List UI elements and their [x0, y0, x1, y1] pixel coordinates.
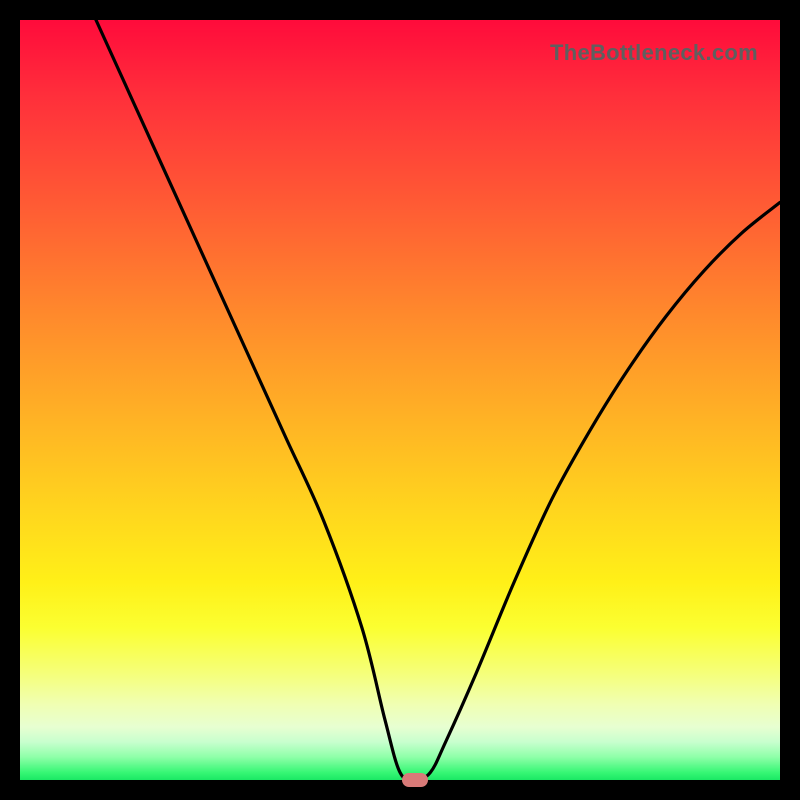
minimum-marker — [402, 773, 428, 787]
curve-path — [96, 20, 780, 780]
plot-area: TheBottleneck.com — [20, 20, 780, 780]
chart-frame: TheBottleneck.com — [0, 0, 800, 800]
bottleneck-curve — [20, 20, 780, 780]
